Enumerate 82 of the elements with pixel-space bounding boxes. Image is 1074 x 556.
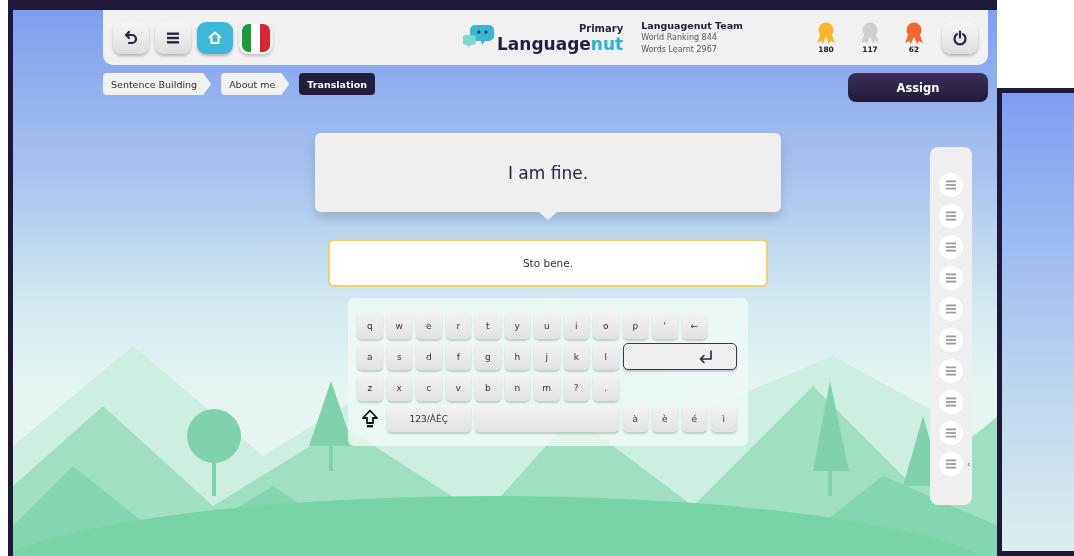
keyboard-key[interactable]: q	[357, 312, 383, 339]
lines-icon	[945, 303, 957, 315]
keyboard-key[interactable]: m	[534, 374, 560, 401]
answer-field[interactable]: Sto bene.	[328, 239, 768, 287]
keyboard-key[interactable]: h	[504, 343, 530, 370]
lines-icon	[945, 365, 957, 377]
keyboard-key[interactable]: u	[534, 312, 560, 339]
collapse-handle[interactable]: ‹	[967, 459, 971, 469]
keyboard-key[interactable]: e	[416, 312, 442, 339]
shift-arrow-icon	[360, 408, 379, 429]
list-button[interactable]	[939, 328, 963, 352]
pointer-arrow	[539, 212, 557, 220]
lines-icon	[945, 210, 957, 222]
lines-icon	[945, 427, 957, 439]
keyboard-key[interactable]: s	[386, 343, 412, 370]
list-button[interactable]	[939, 235, 963, 259]
keyboard-key[interactable]: ì	[711, 405, 737, 432]
keyboard-key[interactable]: i	[563, 312, 589, 339]
lines-icon	[945, 396, 957, 408]
keyboard-key[interactable]: c	[416, 374, 442, 401]
list-button[interactable]	[939, 173, 963, 197]
keyboard-key[interactable]: é	[681, 405, 707, 432]
undo-button[interactable]	[113, 21, 149, 54]
keyboard-key[interactable]: j	[534, 343, 560, 370]
menu-icon	[166, 30, 180, 45]
lines-icon	[945, 334, 957, 346]
keyboard-key[interactable]: à	[622, 405, 648, 432]
keyboard-key[interactable]: '	[652, 312, 678, 339]
keyboard-key[interactable]: b	[475, 374, 501, 401]
breadcrumb-item[interactable]: Translation	[299, 73, 376, 95]
italian-flag-icon	[242, 23, 270, 52]
lines-icon	[945, 179, 957, 191]
world-ranking-text: World Ranking 844	[641, 32, 718, 44]
keyboard-key[interactable]: r	[445, 312, 471, 339]
list-button[interactable]	[939, 421, 963, 445]
keyboard-key[interactable]: ←	[681, 312, 707, 339]
keyboard-key[interactable]: g	[475, 343, 501, 370]
keyboard-key[interactable]: n	[504, 374, 530, 401]
keyboard-key[interactable]: l	[593, 343, 619, 370]
lines-icon	[945, 241, 957, 253]
power-button[interactable]	[942, 21, 978, 54]
undo-icon	[123, 29, 139, 46]
keyboard-key[interactable]: z	[357, 374, 383, 401]
list-button[interactable]	[939, 297, 963, 321]
words-learnt-text: Words Learnt 2967	[641, 44, 718, 56]
keyboard-key[interactable]: k	[563, 343, 589, 370]
power-icon	[952, 29, 968, 46]
keyboard-key[interactable]: v	[445, 374, 471, 401]
keyboard-key[interactable]: x	[386, 374, 412, 401]
keyboard-key[interactable]: è	[652, 405, 678, 432]
language-flag-button[interactable]	[239, 21, 273, 54]
user-name: Languagenut Team	[641, 19, 743, 32]
list-button[interactable]	[939, 390, 963, 414]
list-button[interactable]	[939, 266, 963, 290]
keyboard-key[interactable]: .	[593, 374, 619, 401]
keyboard-key[interactable]: y	[504, 312, 530, 339]
symbols-key[interactable]: 123/ÀÉÇ	[386, 405, 471, 432]
lines-icon	[945, 272, 957, 284]
prompt-card: I am fine.	[315, 133, 781, 212]
assign-button[interactable]: Assign	[848, 73, 988, 102]
logo-wordmark: Languagenut	[497, 34, 624, 53]
keyboard-key[interactable]: w	[386, 312, 412, 339]
enter-key[interactable]	[622, 343, 737, 370]
list-button[interactable]	[939, 359, 963, 383]
keyboard-key[interactable]: a	[357, 343, 383, 370]
lines-icon	[945, 458, 957, 470]
breadcrumb-item[interactable]: About me	[221, 73, 290, 95]
home-button[interactable]	[197, 21, 233, 54]
menu-button[interactable]	[155, 21, 191, 54]
return-arrow-icon	[697, 349, 714, 364]
list-button[interactable]	[939, 204, 963, 228]
breadcrumb-item[interactable]: Sentence Building	[103, 73, 212, 95]
keyboard-key[interactable]: p	[622, 312, 648, 339]
list-button[interactable]	[939, 452, 963, 476]
keyboard-key[interactable]: o	[593, 312, 619, 339]
home-icon	[207, 29, 223, 46]
keyboard-key[interactable]: d	[416, 343, 442, 370]
logo-tier-label: Primary	[578, 22, 624, 35]
keyboard-key[interactable]: t	[475, 312, 501, 339]
speech-bubbles-logo-icon	[463, 22, 497, 49]
keyboard-key[interactable]: f	[445, 343, 471, 370]
keyboard-key[interactable]: ?	[563, 374, 589, 401]
